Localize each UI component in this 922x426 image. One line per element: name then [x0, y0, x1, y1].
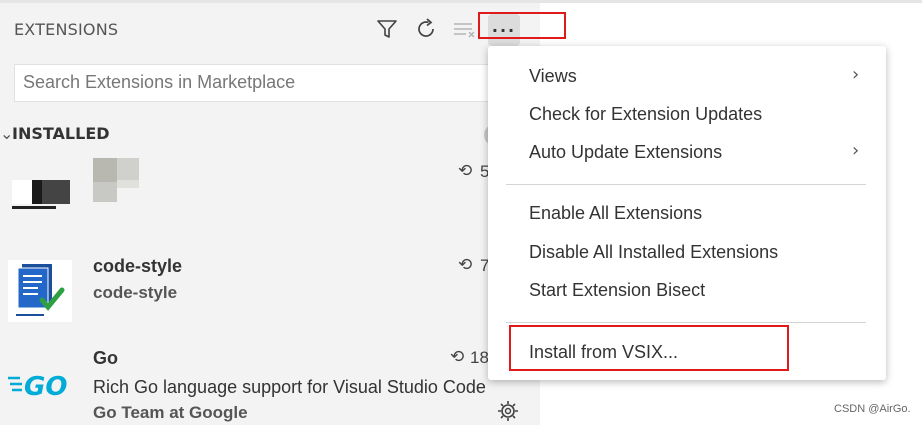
- clear-extensions-icon[interactable]: [452, 16, 478, 42]
- extension-description: code-style: [93, 283, 178, 302]
- refresh-icon[interactable]: [414, 16, 440, 42]
- menu-separator: [506, 184, 866, 185]
- history-icon: ⟲: [450, 347, 465, 366]
- filter-icon[interactable]: [374, 16, 400, 42]
- installed-section-header[interactable]: ⌄INSTALLED: [0, 124, 110, 143]
- code-style-logo: [8, 260, 72, 322]
- extension-description: Rich Go language support for Visual Stud…: [93, 377, 486, 397]
- sidebar-title: EXTENSIONS: [14, 20, 119, 39]
- search-input[interactable]: Search Extensions in Marketplace: [14, 64, 492, 102]
- highlight-box-install-vsix: [509, 325, 789, 371]
- list-item[interactable]: GO Go Rich Go language support for Visua…: [0, 342, 540, 425]
- menu-item-bisect[interactable]: Start Extension Bisect: [529, 280, 705, 301]
- extension-name: code-style: [93, 256, 183, 276]
- chevron-right-icon: ›: [852, 140, 860, 161]
- list-item[interactable]: code-style code-style ⟲ 7: [0, 248, 540, 328]
- menu-separator: [506, 322, 866, 323]
- top-border: [0, 0, 922, 3]
- menu-item-enable-all[interactable]: Enable All Extensions: [529, 203, 702, 224]
- extension-icon: [12, 180, 70, 204]
- installed-label: INSTALLED: [12, 124, 110, 143]
- extension-name: Go: [93, 348, 118, 368]
- extension-stat: 18: [470, 348, 489, 367]
- extension-publisher: Go Team at Google: [93, 403, 248, 422]
- go-logo: GO: [8, 370, 76, 402]
- chevron-down-icon: ⌄: [0, 124, 14, 143]
- gear-icon[interactable]: [497, 400, 519, 422]
- menu-item-check-updates[interactable]: Check for Extension Updates: [529, 104, 762, 125]
- highlight-box-more: [478, 12, 566, 39]
- menu-item-auto-update[interactable]: Auto Update Extensions: [529, 142, 722, 163]
- watermark: CSDN @AirGo.: [834, 403, 911, 415]
- menu-item-disable-all[interactable]: Disable All Installed Extensions: [529, 242, 778, 263]
- menu-item-views[interactable]: Views: [529, 66, 577, 87]
- svg-text:GO: GO: [24, 372, 67, 400]
- list-item[interactable]: ⟲ 5: [0, 150, 540, 230]
- history-icon: ⟲: [458, 161, 473, 180]
- history-icon: ⟲: [458, 255, 473, 274]
- chevron-right-icon: ›: [852, 64, 860, 85]
